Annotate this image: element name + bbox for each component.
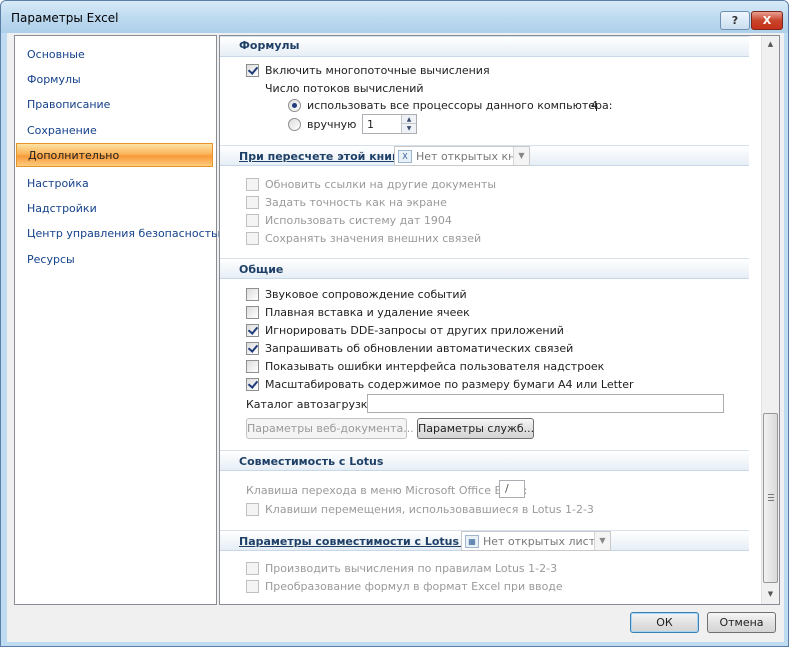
multithread-label: Включить многопоточные вычисления bbox=[265, 64, 490, 77]
sound-feedback-checkbox[interactable] bbox=[246, 288, 259, 301]
ok-button[interactable]: ОК bbox=[630, 612, 699, 633]
menu-key-value: / bbox=[505, 482, 509, 495]
close-button[interactable]: X bbox=[751, 11, 783, 30]
lotus-evaluation-checkbox[interactable] bbox=[246, 562, 259, 575]
excel-options-dialog: Параметры Excel ? X Основные Формулы Пра… bbox=[0, 0, 789, 647]
save-external-links-label: Сохранять значения внешних связей bbox=[265, 232, 482, 245]
section-title-formulas: Формулы bbox=[239, 39, 300, 52]
vertical-scrollbar[interactable]: ▲ ▼ bbox=[761, 36, 779, 604]
autoload-path-input[interactable] bbox=[367, 394, 724, 413]
animation-label: Плавная вставка и удаление ячеек bbox=[265, 306, 470, 319]
title-bar: Параметры Excel ? X bbox=[1, 1, 788, 33]
update-links-checkbox[interactable] bbox=[246, 178, 259, 191]
multithread-checkbox[interactable] bbox=[246, 64, 259, 77]
recalc-workbook-value: Нет открытых книг bbox=[416, 150, 529, 163]
menu-key-input[interactable]: / bbox=[499, 480, 525, 498]
nav-item-advanced[interactable]: Дополнительно bbox=[16, 143, 213, 167]
date-system-1904-label: Использовать систему дат 1904 bbox=[265, 214, 452, 227]
ask-update-links-label: Запрашивать об обновлении автоматических… bbox=[265, 342, 574, 355]
scrollbar-thumb[interactable] bbox=[763, 413, 778, 583]
lotus-nav-keys-label: Клавиши перемещения, использовавшиеся в … bbox=[265, 503, 594, 516]
manual-threads-radio[interactable] bbox=[288, 118, 301, 131]
scroll-up-icon[interactable]: ▲ bbox=[762, 36, 779, 53]
chevron-down-icon[interactable]: ▼ bbox=[513, 147, 529, 165]
nav-item-save[interactable]: Сохранение bbox=[27, 124, 97, 137]
update-links-label: Обновить ссылки на другие документы bbox=[265, 178, 497, 191]
ignore-dde-label: Игнорировать DDE-запросы от других прило… bbox=[265, 324, 564, 337]
nav-item-customize[interactable]: Настройка bbox=[27, 177, 89, 190]
threads-spinner-value: 1 bbox=[367, 118, 374, 131]
date-system-1904-checkbox[interactable] bbox=[246, 214, 259, 227]
excel-sheet-icon: ▦ bbox=[465, 535, 479, 548]
section-title-general: Общие bbox=[239, 263, 284, 276]
processor-count: 4 bbox=[591, 99, 598, 112]
excel-workbook-icon: X bbox=[398, 150, 412, 163]
sound-feedback-label: Звуковое сопровождение событий bbox=[265, 288, 467, 301]
lotus-nav-keys-checkbox[interactable] bbox=[246, 503, 259, 516]
service-options-button[interactable]: Параметры служб... bbox=[417, 418, 534, 439]
window-title: Параметры Excel bbox=[11, 11, 119, 25]
spinner-arrows: ▲ ▼ bbox=[401, 115, 416, 133]
threads-label: Число потоков вычислений bbox=[265, 82, 424, 95]
chevron-down-icon[interactable]: ▼ bbox=[594, 532, 610, 550]
autoload-label: Каталог автозагрузки: bbox=[246, 398, 379, 411]
show-addin-errors-label: Показывать ошибки интерфейса пользовател… bbox=[265, 360, 605, 373]
precision-as-displayed-label: Задать точность как на экране bbox=[265, 196, 447, 209]
use-all-processors-radio[interactable] bbox=[288, 99, 301, 112]
section-title-recalc: При пересчете этой книги: bbox=[239, 150, 410, 163]
scale-a4-label: Масштабировать содержимое по размеру бум… bbox=[265, 378, 634, 391]
cancel-button[interactable]: Отмена bbox=[707, 612, 776, 633]
lotus-sheet-combo[interactable]: ▦ Нет открытых листов ▼ bbox=[461, 531, 611, 551]
section-header-formulas: Формулы bbox=[220, 36, 749, 57]
ignore-dde-checkbox[interactable] bbox=[246, 324, 259, 337]
recalc-workbook-combo[interactable]: X Нет открытых книг ▼ bbox=[394, 146, 530, 166]
nav-item-proofing[interactable]: Правописание bbox=[27, 98, 110, 111]
section-title-lotus-settings: Параметры совместимости с Lotus для: bbox=[239, 535, 492, 548]
lotus-formula-entry-checkbox[interactable] bbox=[246, 580, 259, 593]
lotus-formula-entry-label: Преобразование формул в формат Excel при… bbox=[265, 580, 563, 593]
nav-item-formulas[interactable]: Формулы bbox=[27, 73, 81, 86]
nav-item-resources[interactable]: Ресурсы bbox=[27, 253, 75, 266]
scale-a4-checkbox[interactable] bbox=[246, 378, 259, 391]
help-button[interactable]: ? bbox=[720, 11, 750, 30]
save-external-links-checkbox[interactable] bbox=[246, 232, 259, 245]
manual-threads-label: вручную bbox=[307, 118, 357, 131]
section-title-lotus: Совместимость с Lotus bbox=[239, 455, 384, 468]
nav-item-basic[interactable]: Основные bbox=[27, 48, 85, 61]
threads-spinner[interactable]: 1 ▲ ▼ bbox=[362, 114, 417, 134]
nav-pane: Основные Формулы Правописание Сохранение… bbox=[14, 35, 227, 605]
nav-item-trust-center[interactable]: Центр управления безопасностью bbox=[27, 227, 227, 240]
animation-checkbox[interactable] bbox=[246, 306, 259, 319]
ask-update-links-checkbox[interactable] bbox=[246, 342, 259, 355]
precision-as-displayed-checkbox[interactable] bbox=[246, 196, 259, 209]
grip-icon bbox=[768, 494, 774, 501]
scroll-down-icon[interactable]: ▼ bbox=[762, 586, 779, 603]
section-header-lotus: Совместимость с Lotus bbox=[220, 450, 749, 471]
dialog-client-area: Основные Формулы Правописание Сохранение… bbox=[7, 33, 784, 642]
lotus-sheet-value: Нет открытых листов bbox=[483, 535, 609, 548]
spin-up-icon[interactable]: ▲ bbox=[402, 115, 416, 124]
show-addin-errors-checkbox[interactable] bbox=[246, 360, 259, 373]
use-all-processors-label: использовать все процессоры данного комп… bbox=[307, 99, 613, 112]
web-options-button[interactable]: Параметры веб-документа... bbox=[246, 418, 414, 439]
section-header-general: Общие bbox=[220, 258, 749, 279]
lotus-evaluation-label: Производить вычисления по правилам Lotus… bbox=[265, 562, 558, 575]
menu-key-label: Клавиша перехода в меню Microsoft Office… bbox=[246, 484, 528, 497]
options-content: Формулы Включить многопоточные вычислени… bbox=[219, 35, 780, 605]
nav-item-addins[interactable]: Надстройки bbox=[27, 202, 97, 215]
spin-down-icon[interactable]: ▼ bbox=[402, 124, 416, 133]
